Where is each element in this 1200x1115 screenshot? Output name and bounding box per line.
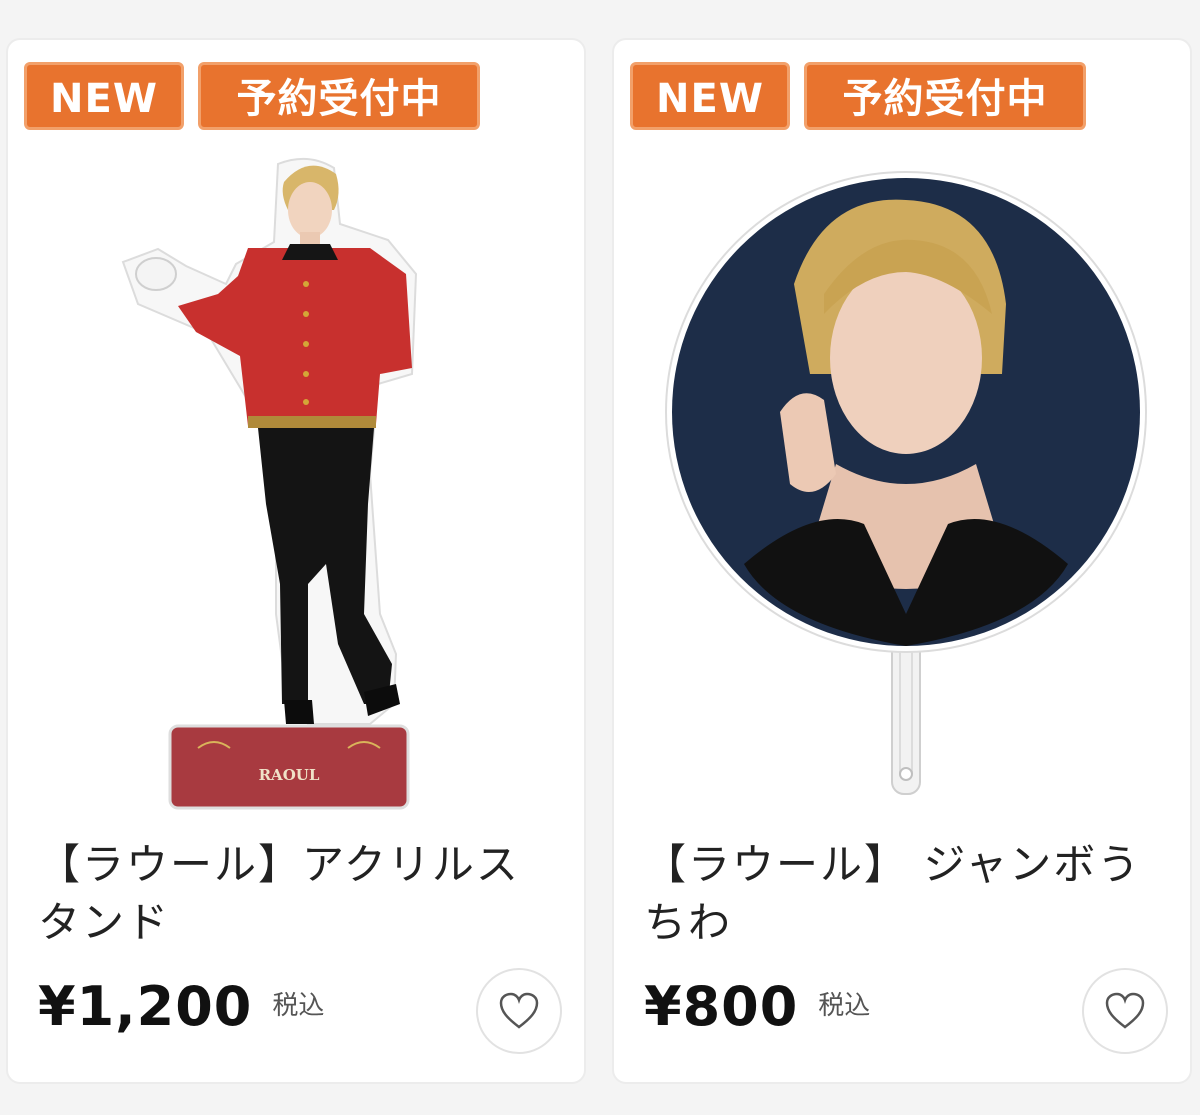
acrylic-stand-image: RAOUL <box>121 157 418 810</box>
price-row: ¥800 税込 <box>644 975 870 1039</box>
badge-group: NEW 予約受付中 <box>630 62 1086 130</box>
base-name-text: RAOUL <box>259 766 320 784</box>
favorite-button[interactable] <box>476 968 562 1054</box>
new-badge: NEW <box>630 62 790 130</box>
preorder-badge: 予約受付中 <box>198 62 480 130</box>
heart-icon <box>499 992 539 1029</box>
product-price: ¥1,200 <box>38 975 253 1038</box>
heart-icon <box>1105 992 1145 1029</box>
product-card[interactable]: NEW 予約受付中 RAOUL 【ラウール】アクリルスタンド ¥1,200 税込 <box>6 38 586 1084</box>
uchiwa-fan-image <box>665 171 1147 795</box>
product-price: ¥800 <box>644 975 799 1038</box>
product-card[interactable]: NEW 予約受付中 【ラウール】 ジャンボうちわ ¥800 税込 <box>612 38 1192 1084</box>
product-title[interactable]: 【ラウール】アクリルスタンド <box>38 836 558 952</box>
product-image[interactable]: RAOUL <box>8 144 584 824</box>
preorder-badge: 予約受付中 <box>804 62 1086 130</box>
new-badge: NEW <box>24 62 184 130</box>
price-row: ¥1,200 税込 <box>38 975 324 1039</box>
favorite-button[interactable] <box>1082 968 1168 1054</box>
product-title[interactable]: 【ラウール】 ジャンボうちわ <box>644 836 1164 952</box>
tax-label: 税込 <box>272 991 325 1021</box>
tax-label: 税込 <box>818 991 871 1021</box>
product-image[interactable] <box>614 144 1190 824</box>
badge-group: NEW 予約受付中 <box>24 62 480 130</box>
